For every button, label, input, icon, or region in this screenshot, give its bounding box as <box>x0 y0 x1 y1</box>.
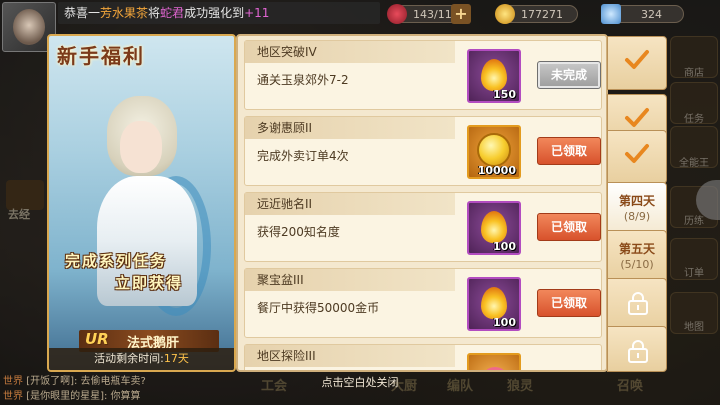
chat-line: 世界 [是你眼里的星星]: 你算算 <box>3 389 240 404</box>
add-stamina-button[interactable]: + <box>451 4 471 24</box>
claimed-button[interactable]: 已领取 <box>537 289 601 317</box>
timer-label: 活动剩余时间: <box>94 352 164 365</box>
tab-day-1[interactable] <box>607 36 667 90</box>
avatar-face <box>13 9 45 45</box>
checkmark-icon <box>625 50 649 69</box>
reward-slot[interactable]: 10000 <box>467 125 521 179</box>
tab-day-progress: (5/10) <box>620 258 654 271</box>
reward-quantity: 10000 <box>477 164 516 177</box>
marquee-suffix: 成功强化到 <box>184 6 245 20</box>
incomplete-button[interactable]: 未完成 <box>537 61 601 89</box>
tab-day-progress: (8/9) <box>623 210 651 223</box>
timer-value: 17天 <box>163 352 189 365</box>
task-title: 多谢惠顾II <box>245 117 455 139</box>
reward-quantity: 100 <box>493 316 516 329</box>
claimed-button[interactable]: 已领取 <box>537 213 601 241</box>
tab-day-label: 第四天 <box>618 194 655 208</box>
task-item: 地区突破IV 通关玉泉郊外7-2 150 未完成 <box>244 40 602 110</box>
task-list-panel[interactable]: 地区突破IV 通关玉泉郊外7-2 150 未完成 多谢惠顾II 完成外卖订单4次… <box>236 34 608 372</box>
task-item: 多谢惠顾II 完成外卖订单4次 10000 已领取 <box>244 116 602 186</box>
tab-day-4[interactable]: 第四天 (8/9) <box>607 182 667 236</box>
marquee-player: 芳水果茶 <box>100 6 149 20</box>
slogan-line-1: 完成系列任务 <box>65 252 168 270</box>
task-title: 远近驰名II <box>245 193 455 215</box>
reward-slot[interactable]: 100 <box>467 201 521 255</box>
coin-icon <box>495 4 515 24</box>
marquee-mid: 将 <box>148 6 161 20</box>
tab-day-6[interactable] <box>607 278 667 332</box>
lock-icon <box>628 292 648 315</box>
task-description: 获得200知名度 <box>257 225 340 239</box>
promo-title: 新手福利 <box>57 44 145 68</box>
marquee-prefix: 恭喜一 <box>64 6 101 20</box>
tab-day-7[interactable] <box>607 326 667 372</box>
close-hint: 点击空白处关闭 <box>321 376 399 389</box>
chat-channel: 世界 <box>3 391 23 402</box>
tab-day-label: 第五天 <box>618 242 655 256</box>
claimed-button[interactable]: 已领取 <box>537 137 601 165</box>
task-item: 远近驰名II 获得200知名度 100 已领取 <box>244 192 602 262</box>
task-item: 地区探险III <box>244 344 602 370</box>
marquee-item: 蛇君 <box>160 6 185 20</box>
task-description: 通关玉泉郊外7-2 <box>257 73 349 87</box>
tab-day-5[interactable]: 第五天 (5/10) <box>607 230 667 284</box>
gem-value: 324 <box>641 8 662 21</box>
flame-icon <box>481 287 507 319</box>
flame-icon <box>481 59 507 91</box>
task-description: 餐厅中获得50000金币 <box>257 301 380 315</box>
promo-slogan: 完成系列任务 立即获得 <box>59 246 229 296</box>
reward-quantity: 100 <box>493 240 516 253</box>
task-title: 聚宝盆III <box>245 269 455 291</box>
reward-slot[interactable]: 100 <box>467 277 521 331</box>
marquee-level: +11 <box>244 6 270 20</box>
event-timer: 活动剩余时间:17天 <box>49 348 234 370</box>
day-tabs: 第四天 (8/9) 第五天 (5/10) <box>607 34 669 372</box>
flame-icon <box>481 211 507 243</box>
heart-icon <box>483 367 507 370</box>
gold-value: 177271 <box>521 8 563 21</box>
announcement-marquee: 恭喜一芳水果茶将蛇君成功强化到+11 <box>58 2 380 24</box>
tab-day-3[interactable] <box>607 130 667 184</box>
task-title: 地区突破IV <box>245 41 455 63</box>
task-description: 完成外卖订单4次 <box>257 149 349 163</box>
task-item: 聚宝盆III 餐厅中获得50000金币 100 已领取 <box>244 268 602 338</box>
reward-quantity: 150 <box>493 88 516 101</box>
newbie-promo-card: 新手福利 完成系列任务 立即获得 UR 法式鹅肝 活动剩余时间:17天 <box>47 34 236 372</box>
checkmark-icon <box>625 108 649 127</box>
slogan-line-2: 立即获得 <box>115 274 184 292</box>
stamina-resource: 143/113 + <box>387 4 471 24</box>
reward-slot[interactable] <box>467 353 521 370</box>
gem-resource: 324 <box>601 4 684 24</box>
checkmark-icon <box>625 144 649 163</box>
rarity-badge: UR <box>85 330 109 348</box>
chat-text: [是你眼里的星星]: 你算算 <box>26 391 141 402</box>
gold-resource: 177271 <box>495 4 578 24</box>
lock-icon <box>628 340 648 363</box>
gem-icon <box>601 4 621 24</box>
character-face <box>120 121 162 173</box>
top-bar: 恭喜一芳水果茶将蛇君成功强化到+11 143/113 + 177271 324 <box>0 0 720 52</box>
coin-icon <box>477 133 511 167</box>
task-title: 地区探险III <box>245 345 455 367</box>
reward-slot[interactable]: 150 <box>467 49 521 103</box>
heart-icon <box>387 4 407 24</box>
